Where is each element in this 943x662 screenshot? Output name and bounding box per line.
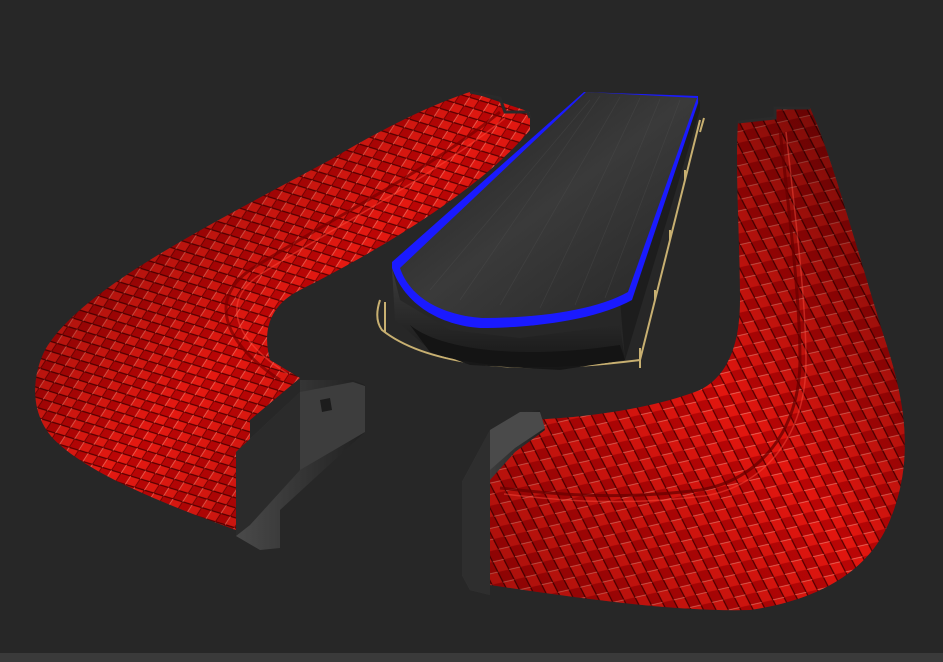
3d-viewport[interactable] — [0, 0, 943, 662]
viewport-bottom-bar — [0, 653, 943, 662]
scene-canvas[interactable] — [0, 0, 943, 662]
